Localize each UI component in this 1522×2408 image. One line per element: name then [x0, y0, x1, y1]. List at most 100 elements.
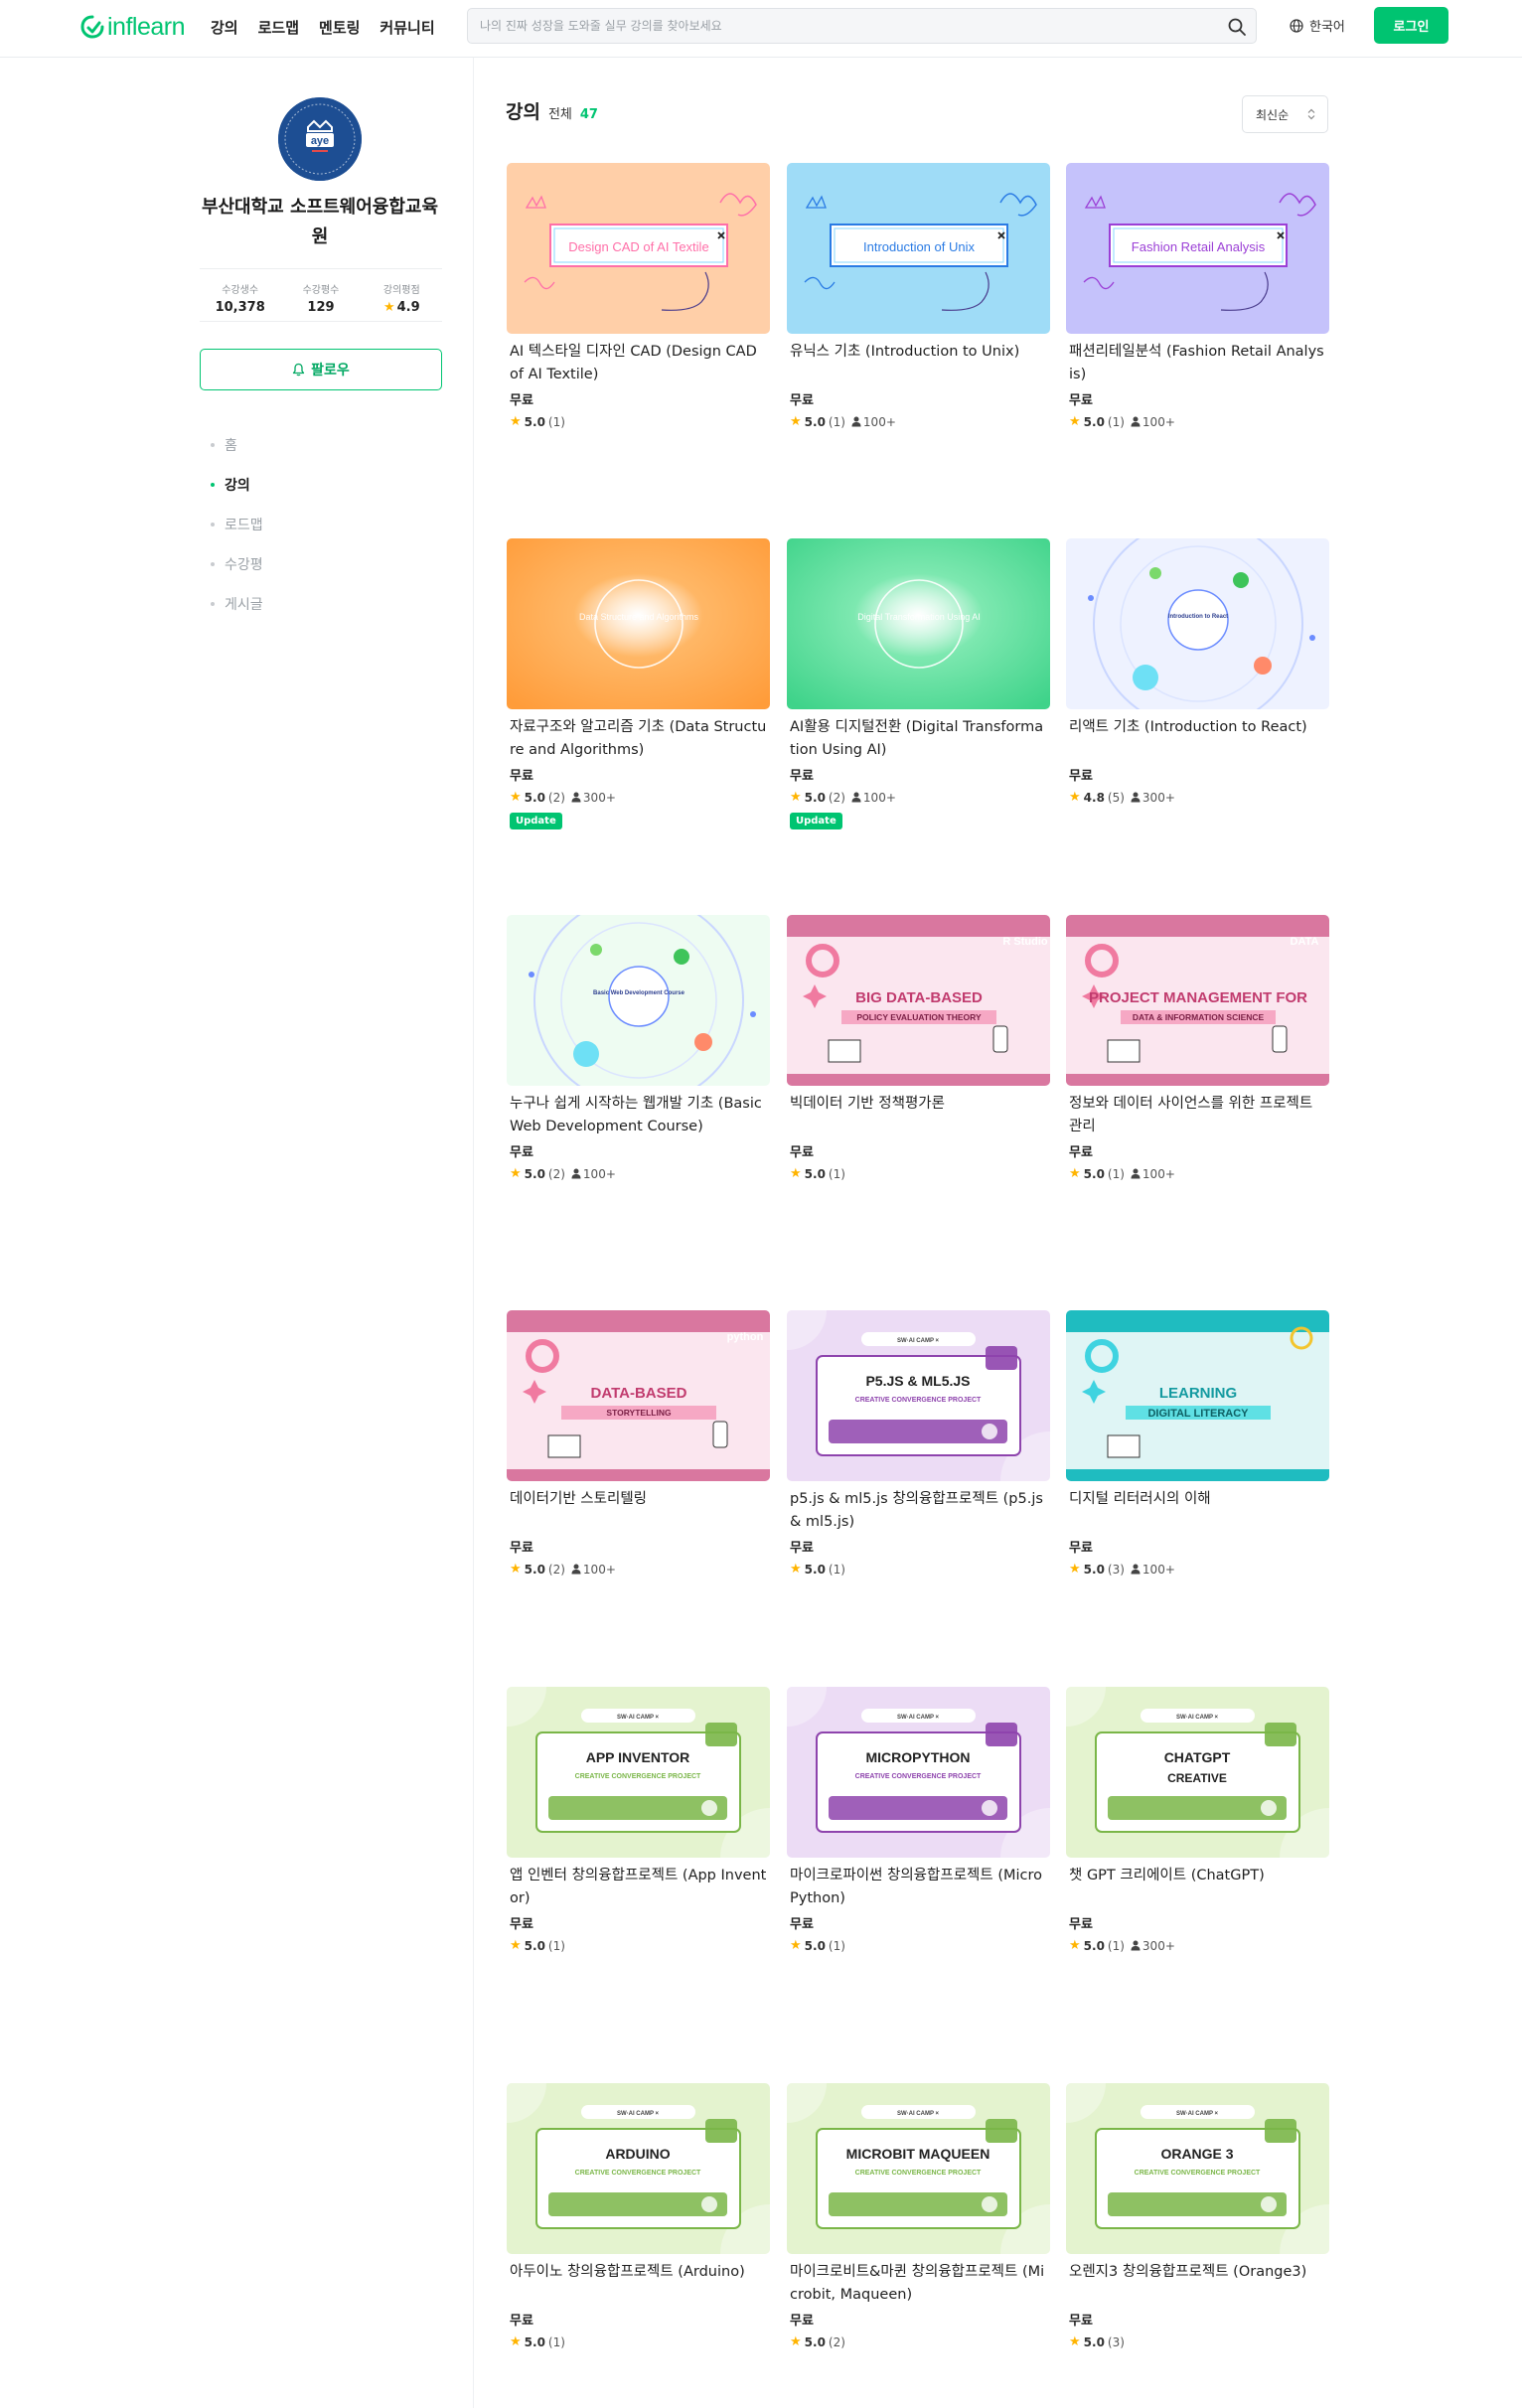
chevron-updown-icon	[1307, 108, 1315, 120]
course-title[interactable]: 데이터기반 스토리텔링	[507, 1488, 770, 1534]
course-title[interactable]: 마이크로파이썬 창의융합프로젝트 (MicroPython)	[787, 1865, 1050, 1910]
course-thumbnail[interactable]: Data Structure and Algorithms	[507, 538, 770, 709]
star-icon: ★	[510, 1938, 522, 1953]
course-thumbnail[interactable]: SW·AI CAMP × MICROPYTHON CREATIVE CONVERG…	[787, 1687, 1050, 1858]
course-thumbnail[interactable]: SW·AI CAMP × CHATGPT CREATIVE	[1066, 1687, 1329, 1858]
svg-text:DIGITAL LITERACY: DIGITAL LITERACY	[1147, 1408, 1249, 1420]
course-title[interactable]: 오렌지3 창의융합프로젝트 (Orange3)	[1066, 2261, 1329, 2307]
nav-community[interactable]: 커뮤니티	[380, 17, 434, 38]
course-title[interactable]: 자료구조와 알고리즘 기초 (Data Structure and Algori…	[507, 716, 770, 762]
search-input[interactable]	[480, 9, 1215, 43]
course-review-count: (1)	[828, 1166, 845, 1181]
svg-text:Basic Web Development Course: Basic Web Development Course	[593, 990, 685, 996]
course-thumbnail[interactable]: SW·AI CAMP × APP INVENTOR CREATIVE CONVER…	[507, 1687, 770, 1858]
course-card[interactable]: BIG DATA-BASED POLICY EVALUATION THEORY R …	[787, 915, 1050, 1181]
course-thumbnail[interactable]: SW·AI CAMP × P5.JS & ML5.JS CREATIVE CONV…	[787, 1310, 1050, 1481]
svg-text:MICROBIT MAQUEEN: MICROBIT MAQUEEN	[846, 2146, 990, 2162]
stat-reviews: 수강평수 129	[302, 285, 340, 315]
course-card[interactable]: SW·AI CAMP × CHATGPT CREATIVE 챗 GPT 크리에이트 …	[1066, 1687, 1329, 1953]
course-review-count: (2)	[828, 2334, 845, 2349]
course-meta: ★ 5.0 (1) 100+	[787, 414, 1050, 429]
course-thumbnail[interactable]: LEARNING DIGITAL LITERACY	[1066, 1310, 1329, 1481]
course-thumbnail[interactable]: DATA-BASED STORYTELLING python	[507, 1310, 770, 1481]
svg-text:LEARNING: LEARNING	[1159, 1385, 1237, 1402]
course-title[interactable]: 리액트 기초 (Introduction to React)	[1066, 716, 1329, 762]
language-selector[interactable]: 한국어	[1290, 16, 1345, 35]
course-card[interactable]: Design CAD of AI Textile AI 텍스타일 디자인 CAD …	[507, 163, 770, 429]
course-students: 100+	[571, 1563, 616, 1577]
sidebar-item-home[interactable]: 홈	[211, 425, 263, 465]
course-meta: ★ 4.8 (5) 300+	[1066, 790, 1329, 805]
course-title[interactable]: 앱 인벤터 창의융합프로젝트 (App Inventor)	[507, 1865, 770, 1910]
course-thumbnail[interactable]: PROJECT MANAGEMENT FOR DATA & INFORMATION…	[1066, 915, 1329, 1086]
course-review-count: (1)	[1107, 1938, 1125, 1953]
course-thumbnail[interactable]: Introduction to React	[1066, 538, 1329, 709]
course-title[interactable]: 디지털 리터러시의 이해	[1066, 1488, 1329, 1534]
svg-text:P5.JS & ML5.JS: P5.JS & ML5.JS	[865, 1373, 970, 1389]
course-title[interactable]: p5.js & ml5.js 창의융합프로젝트 (p5.js & ml5.js)	[787, 1488, 1050, 1534]
course-thumbnail[interactable]: Digital Transformation Using AI	[787, 538, 1050, 709]
course-rating: 5.0	[524, 1166, 545, 1181]
course-card[interactable]: PROJECT MANAGEMENT FOR DATA & INFORMATION…	[1066, 915, 1329, 1181]
login-button[interactable]: 로그인	[1374, 7, 1448, 44]
course-card[interactable]: LEARNING DIGITAL LITERACY 디지털 리터러시의 이해 무료 ★ 5…	[1066, 1310, 1329, 1577]
course-title[interactable]: 유닉스 기초 (Introduction to Unix)	[787, 341, 1050, 386]
search-icon[interactable]	[1227, 17, 1247, 37]
course-card[interactable]: SW·AI CAMP × P5.JS & ML5.JS CREATIVE CONV…	[787, 1310, 1050, 1577]
course-card[interactable]: SW·AI CAMP × MICROPYTHON CREATIVE CONVERG…	[787, 1687, 1050, 1953]
course-students: 100+	[1131, 415, 1175, 429]
course-thumbnail[interactable]: Fashion Retail Analysis	[1066, 163, 1329, 334]
nav-courses[interactable]: 강의	[211, 17, 238, 38]
course-thumbnail[interactable]: Basic Web Development Course	[507, 915, 770, 1086]
course-card[interactable]: SW·AI CAMP × ORANGE 3 CREATIVE CONVERGENC…	[1066, 2083, 1329, 2349]
course-title[interactable]: AI활용 디지털전환 (Digital Transformation Using…	[787, 716, 1050, 762]
course-card[interactable]: SW·AI CAMP × MICROBIT MAQUEEN CREATIVE CO…	[787, 2083, 1050, 2349]
course-card[interactable]: Digital Transformation Using AI AI활용 디지털전…	[787, 538, 1050, 829]
svg-text:Data Structure and Algorithms: Data Structure and Algorithms	[579, 612, 699, 622]
course-title[interactable]: 정보와 데이터 사이언스를 위한 프로젝트 관리	[1066, 1093, 1329, 1138]
course-title[interactable]: 패션리테일분석 (Fashion Retail Analysis)	[1066, 341, 1329, 386]
course-price: 무료	[790, 2314, 814, 2329]
course-title[interactable]: 아두이노 창의융합프로젝트 (Arduino)	[507, 2261, 770, 2307]
nav-mentoring[interactable]: 멘토링	[319, 17, 360, 38]
follow-button[interactable]: 팔로우	[200, 349, 442, 390]
sidebar-item-courses[interactable]: 강의	[211, 465, 263, 505]
course-card[interactable]: Introduction of Unix 유닉스 기초 (Introduction…	[787, 163, 1050, 429]
course-thumbnail[interactable]: SW·AI CAMP × ORANGE 3 CREATIVE CONVERGENC…	[1066, 2083, 1329, 2254]
svg-text:ARDUINO: ARDUINO	[605, 2146, 670, 2162]
sidebar-item-reviews[interactable]: 수강평	[211, 544, 263, 584]
nav-roadmap[interactable]: 로드맵	[258, 17, 299, 38]
person-icon	[1131, 1564, 1141, 1575]
course-card[interactable]: DATA-BASED STORYTELLING python 데이터기반 스토리텔링 무…	[507, 1310, 770, 1577]
sort-dropdown[interactable]: 최신순	[1242, 95, 1328, 133]
course-review-count: (1)	[828, 1938, 845, 1953]
course-thumbnail[interactable]: SW·AI CAMP × ARDUINO CREATIVE CONVERGENCE…	[507, 2083, 770, 2254]
course-title[interactable]: 마이크로비트&마퀸 창의융합프로젝트 (Microbit, Maqueen)	[787, 2261, 1050, 2307]
course-thumbnail[interactable]: SW·AI CAMP × MICROBIT MAQUEEN CREATIVE CO…	[787, 2083, 1050, 2254]
course-title[interactable]: 빅데이터 기반 정책평가론	[787, 1093, 1050, 1138]
course-thumbnail[interactable]: Introduction of Unix	[787, 163, 1050, 334]
course-card[interactable]: Introduction to React 리액트 기초 (Introductio…	[1066, 538, 1329, 805]
course-card[interactable]: SW·AI CAMP × APP INVENTOR CREATIVE CONVER…	[507, 1687, 770, 1953]
course-meta: ★ 5.0 (2) 100+	[507, 1166, 770, 1181]
course-title[interactable]: 누구나 쉽게 시작하는 웹개발 기초 (Basic Web Developmen…	[507, 1093, 770, 1138]
course-review-count: (2)	[828, 790, 845, 805]
course-card[interactable]: Basic Web Development Course 누구나 쉽게 시작하는 …	[507, 915, 770, 1181]
bell-icon	[293, 363, 305, 376]
inflearn-logo[interactable]: inflearn	[79, 12, 186, 42]
course-review-count: (1)	[1107, 414, 1125, 429]
course-thumbnail[interactable]: Design CAD of AI Textile	[507, 163, 770, 334]
course-title[interactable]: 챗 GPT 크리에이트 (ChatGPT)	[1066, 1865, 1329, 1910]
course-card[interactable]: Data Structure and Algorithms 자료구조와 알고리즘 …	[507, 538, 770, 829]
star-icon: ★	[510, 790, 522, 805]
svg-text:SW·AI CAMP ×: SW·AI CAMP ×	[897, 1338, 940, 1344]
course-thumbnail[interactable]: BIG DATA-BASED POLICY EVALUATION THEORY R …	[787, 915, 1050, 1086]
course-card[interactable]: SW·AI CAMP × ARDUINO CREATIVE CONVERGENCE…	[507, 2083, 770, 2349]
update-badge: Update	[790, 813, 842, 829]
institution-name: 부산대학교 소프트웨어융합교육원	[201, 197, 439, 247]
course-rating: 5.0	[804, 790, 826, 805]
sidebar-item-roadmap[interactable]: 로드맵	[211, 505, 263, 544]
sidebar-item-posts[interactable]: 게시글	[211, 584, 263, 624]
course-title[interactable]: AI 텍스타일 디자인 CAD (Design CAD of AI Textil…	[507, 341, 770, 386]
course-card[interactable]: Fashion Retail Analysis 패션리테일분석 (Fashion …	[1066, 163, 1329, 429]
